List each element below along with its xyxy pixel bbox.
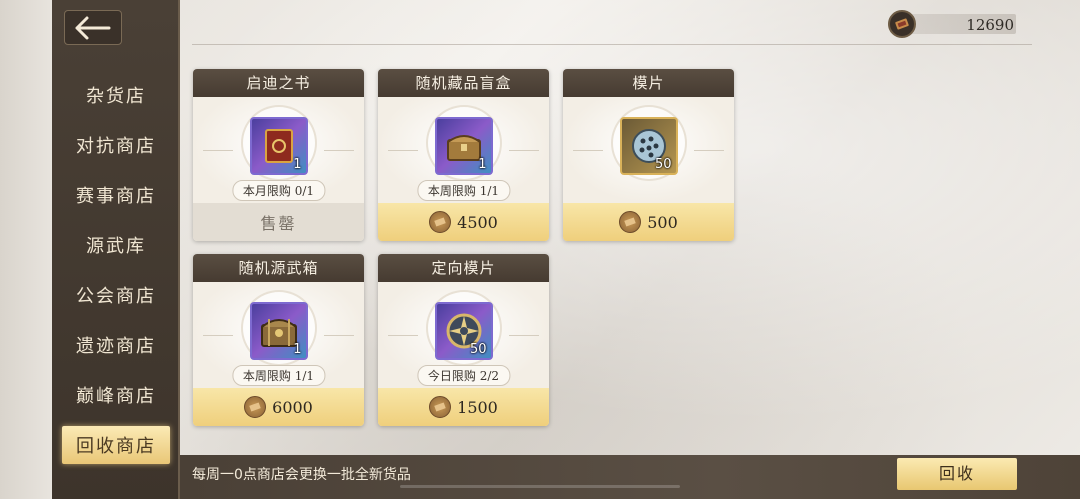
disc-icon: 50: [619, 117, 678, 175]
item-quantity: 1: [293, 342, 302, 357]
divider: [509, 150, 539, 151]
divider: [324, 335, 354, 336]
shop-item-card[interactable]: 随机藏品盲盒 1 本周限购 1/1 4500: [378, 69, 549, 241]
refresh-notice: 每周一0点商店会更换一批全新货品: [192, 467, 411, 483]
buy-price-button[interactable]: 1500: [378, 388, 549, 426]
sidebar-menu: 杂货店 对抗商店 赛事商店 源武库 公会商店 遗迹商店 巅峰商店 回收商店: [52, 70, 180, 464]
ticket-icon: [429, 396, 452, 418]
item-body: 1 本周限购 1/1: [193, 282, 364, 388]
divider: [192, 44, 1032, 45]
book-icon: 1: [249, 117, 308, 175]
sidebar-item-armory[interactable]: 源武库: [52, 220, 180, 270]
buy-price-button[interactable]: 4500: [378, 203, 549, 241]
item-price: 500: [647, 212, 678, 232]
item-body: 1 本周限购 1/1: [378, 97, 549, 203]
currency-amount: 12690: [966, 16, 1014, 34]
arrow-left-icon: [75, 16, 111, 39]
item-title: 随机源武箱: [193, 254, 364, 282]
divider: [324, 150, 354, 151]
currency-display: 12690: [888, 10, 1018, 38]
recycle-button[interactable]: 回收: [897, 458, 1017, 490]
sold-out-label: 售罄: [193, 203, 364, 241]
shop-item-card[interactable]: 定向模片 50 今日限购 2/2 1500: [378, 254, 549, 426]
sidebar-item-recycle-shop[interactable]: 回收商店: [62, 426, 170, 464]
item-price: 4500: [457, 212, 498, 232]
purchase-limit: 本周限购 1/1: [416, 180, 511, 201]
item-title: 随机藏品盲盒: [378, 69, 549, 97]
ticket-icon: [888, 10, 916, 38]
item-quantity: 1: [293, 157, 302, 172]
sidebar-item-event-shop[interactable]: 赛事商店: [52, 170, 180, 220]
shop-item-card[interactable]: 随机源武箱 1 本周限购 1/1 6000: [193, 254, 364, 426]
shop-item-card[interactable]: 模片 50 500: [563, 69, 734, 241]
divider: [388, 335, 418, 336]
divider: [203, 150, 233, 151]
purchase-limit: 本周限购 1/1: [231, 365, 326, 386]
divider: [509, 335, 539, 336]
scrollbar[interactable]: [400, 485, 680, 488]
weapon-chest-icon: 1: [249, 302, 308, 360]
divider: [203, 335, 233, 336]
ticket-icon: [619, 211, 642, 233]
item-body: 50: [563, 97, 734, 203]
item-body: 1 本月限购 0/1: [193, 97, 364, 203]
item-price: 1500: [457, 397, 498, 417]
item-title: 定向模片: [378, 254, 549, 282]
back-button[interactable]: [64, 10, 122, 45]
sidebar-item-peak-shop[interactable]: 巅峰商店: [52, 370, 180, 420]
item-title: 启迪之书: [193, 69, 364, 97]
left-edge-panel: [0, 0, 52, 499]
sidebar-item-guild-shop[interactable]: 公会商店: [52, 270, 180, 320]
buy-price-button[interactable]: 500: [563, 203, 734, 241]
sidebar-item-relic-shop[interactable]: 遗迹商店: [52, 320, 180, 370]
chest-icon: 1: [434, 117, 493, 175]
divider: [388, 150, 418, 151]
purchase-limit: 本月限购 0/1: [231, 180, 326, 201]
ticket-icon: [429, 211, 452, 233]
purchase-limit: 今日限购 2/2: [416, 365, 511, 386]
shop-item-card[interactable]: 启迪之书 1 本月限购 0/1 售罄: [193, 69, 364, 241]
divider: [694, 150, 724, 151]
item-body: 50 今日限购 2/2: [378, 282, 549, 388]
compass-disc-icon: 50: [434, 302, 493, 360]
sidebar-item-general-store[interactable]: 杂货店: [52, 70, 180, 120]
divider: [573, 150, 603, 151]
item-title: 模片: [563, 69, 734, 97]
item-quantity: 1: [478, 157, 487, 172]
ticket-icon: [244, 396, 267, 418]
buy-price-button[interactable]: 6000: [193, 388, 364, 426]
item-price: 6000: [272, 397, 313, 417]
item-quantity: 50: [469, 342, 487, 357]
sidebar-item-pvp-shop[interactable]: 对抗商店: [52, 120, 180, 170]
item-quantity: 50: [654, 157, 672, 172]
